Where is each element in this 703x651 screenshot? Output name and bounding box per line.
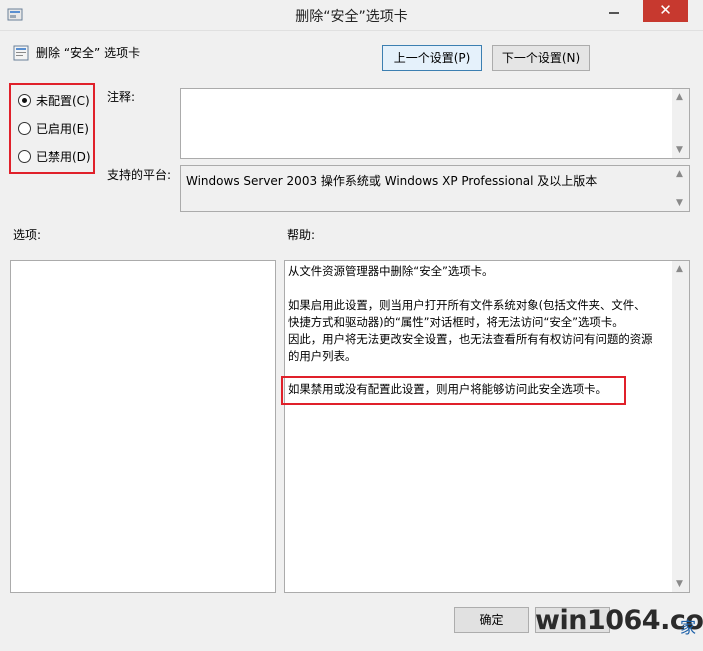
help-text-line: 的用户列表。	[288, 349, 357, 363]
close-button[interactable]: ✕	[643, 0, 688, 22]
help-text-line: 因此，用户将无法更改安全设置，也无法查看所有有权访问有问题的资源	[288, 332, 653, 346]
radio-button[interactable]	[18, 121, 31, 135]
help-text-line: 快捷方式和驱动器)的“属性”对话框时，将无法访问“安全”选项卡。	[288, 315, 624, 329]
platform-scrollbar[interactable]: ▲ ▼	[672, 166, 689, 211]
watermark-suffix: 家	[680, 618, 697, 637]
scroll-up-arrow-icon[interactable]: ▲	[676, 264, 683, 274]
radio-button-checked[interactable]	[18, 93, 31, 107]
comment-textarea[interactable]: ▲ ▼	[180, 88, 690, 159]
help-panel: 从文件资源管理器中删除“安全”选项卡。 如果启用此设置，则当用户打开所有文件系统…	[284, 260, 690, 593]
ok-button[interactable]: 确定	[454, 607, 529, 633]
radio-disabled[interactable]: 已禁用(D)	[18, 147, 91, 165]
radio-not-configured[interactable]: 未配置(C)	[18, 91, 90, 109]
highlight-box	[281, 376, 626, 405]
help-label: 帮助:	[287, 228, 316, 242]
policy-title: 删除 “安全” 选项卡	[36, 46, 141, 60]
options-label: 选项:	[13, 228, 42, 242]
radio-label: 已启用(E)	[36, 121, 89, 136]
previous-setting-button[interactable]: 上一个设置(P)	[382, 45, 482, 71]
radio-label: 已禁用(D)	[36, 149, 91, 164]
scroll-down-arrow-icon[interactable]: ▼	[676, 145, 683, 155]
radio-label: 未配置(C)	[36, 93, 90, 108]
scroll-down-arrow-icon[interactable]: ▼	[676, 198, 683, 208]
policy-setting-icon	[13, 45, 29, 61]
radio-button[interactable]	[18, 149, 31, 163]
platform-label: 支持的平台:	[107, 168, 172, 182]
minimize-button[interactable]	[597, 0, 629, 24]
watermark-logo: win1064.com 家	[535, 602, 703, 642]
watermark-text: win1064.com	[535, 605, 703, 636]
options-panel	[10, 260, 276, 593]
radio-enabled[interactable]: 已启用(E)	[18, 119, 89, 137]
help-scrollbar[interactable]: ▲ ▼	[672, 261, 689, 592]
state-radio-group: 未配置(C) 已启用(E) 已禁用(D)	[9, 83, 95, 174]
next-setting-button[interactable]: 下一个设置(N)	[492, 45, 590, 71]
title-bar: 删除“安全”选项卡 ✕	[0, 0, 703, 31]
platform-value: Windows Server 2003 操作系统或 Windows XP Pro…	[186, 174, 598, 188]
comment-scrollbar[interactable]: ▲ ▼	[672, 89, 689, 158]
comment-label: 注释:	[107, 90, 136, 104]
help-text-line: 从文件资源管理器中删除“安全”选项卡。	[288, 264, 494, 278]
help-text-line: 如果启用此设置，则当用户打开所有文件系统对象(包括文件夹、文件、	[288, 298, 646, 312]
scroll-up-arrow-icon[interactable]: ▲	[676, 92, 683, 102]
scroll-up-arrow-icon[interactable]: ▲	[676, 169, 683, 179]
scroll-down-arrow-icon[interactable]: ▼	[676, 579, 683, 589]
platform-field: Windows Server 2003 操作系统或 Windows XP Pro…	[180, 165, 690, 212]
